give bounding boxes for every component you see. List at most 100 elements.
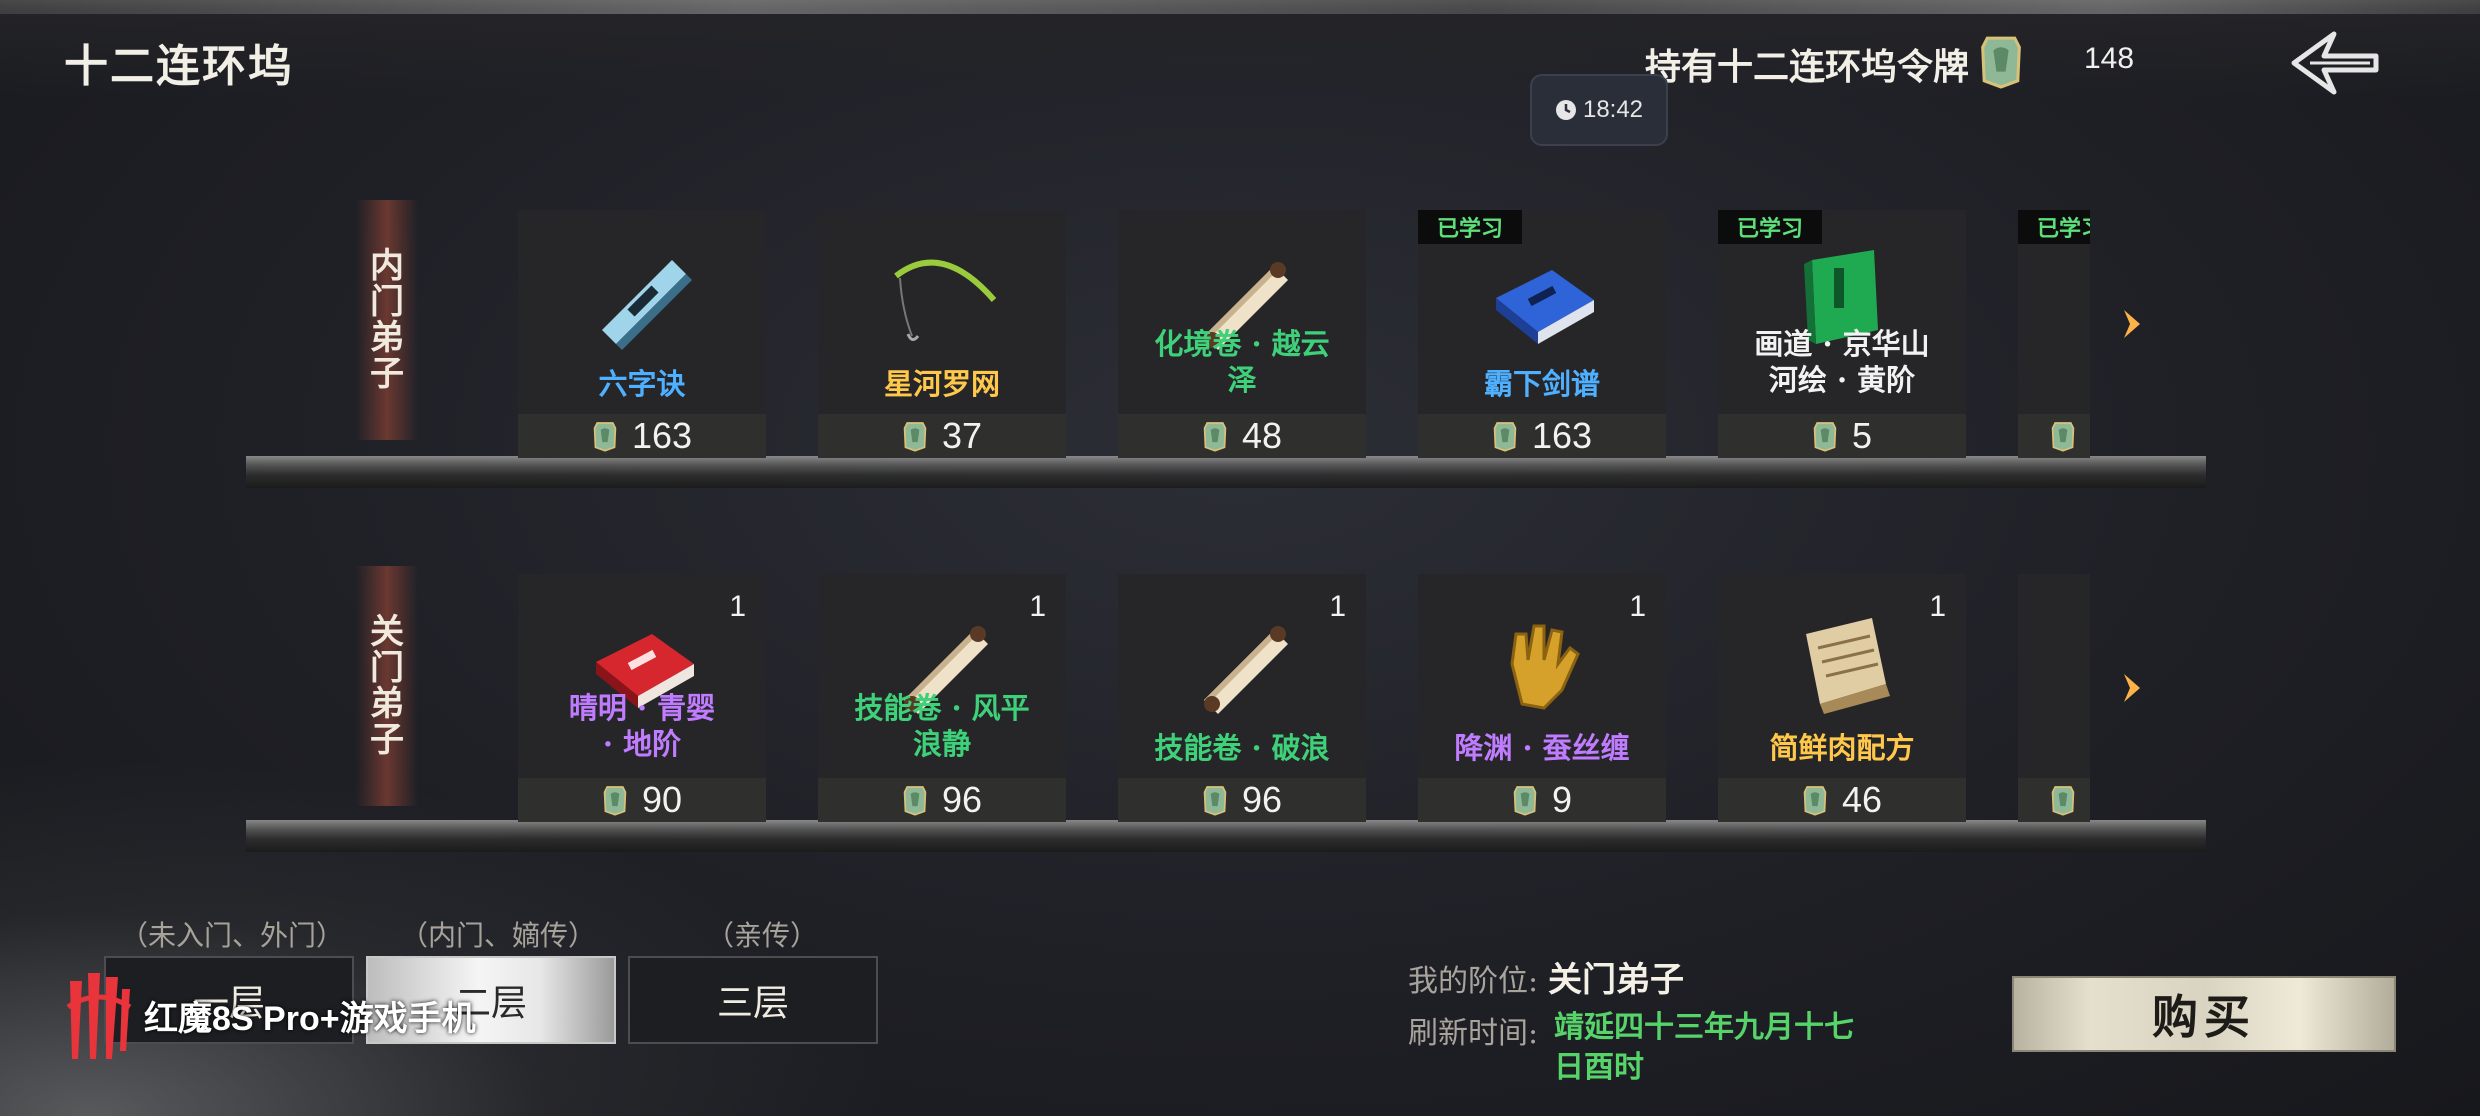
partial-item-icon xyxy=(2082,604,2090,714)
item-name: 六字诀 xyxy=(598,367,686,401)
tier-button-3[interactable]: 三层 xyxy=(628,956,878,1044)
item-cost: 5 xyxy=(1718,414,1966,458)
row-label-char: 子 xyxy=(370,720,404,760)
shop-item-card[interactable]: 1 简鲜肉配方 46 xyxy=(1718,574,1966,822)
shop-item-card[interactable]: 化境卷 · 越云泽 48 xyxy=(1118,210,1366,458)
shop-item-card[interactable]: 1 晴明 · 青婴 · 地阶 90 xyxy=(518,574,766,822)
top-edge-decoration xyxy=(0,0,2480,14)
row-label-closed-disciple: 关门弟子 xyxy=(356,566,418,806)
item-name: 浪静 xyxy=(912,727,971,761)
item-cost-value: 163 xyxy=(631,415,693,456)
shop-item-card[interactable] xyxy=(2018,574,2090,822)
learned-badge: 已学习 xyxy=(2018,210,2090,244)
chevron-right-icon xyxy=(2124,310,2140,338)
tier-note-2: （内门、嫡传） xyxy=(400,919,597,952)
item-cost-value: 9 xyxy=(1551,779,1573,820)
tier-note-3: （亲传） xyxy=(706,919,819,952)
item-name: 画道 · 京华山 xyxy=(1754,327,1930,361)
token-icon xyxy=(1812,419,1838,453)
row-label-char: 内 xyxy=(370,246,404,286)
item-name: 画道 xyxy=(2018,326,2090,362)
token-icon xyxy=(2050,419,2076,453)
token-label: 持有十二连环坞令牌 xyxy=(1645,46,1970,88)
buy-button[interactable]: 购买 xyxy=(2012,976,2396,1052)
item-name: 技能卷 · 风平 xyxy=(854,691,1030,725)
item-quantity: 1 xyxy=(1629,590,1646,623)
item-cost: 96 xyxy=(818,778,1066,822)
item-name: 河绘 · 黄阶 xyxy=(1768,363,1916,397)
token-icon xyxy=(602,783,628,817)
watermark-text: 红魔8S Pro+游戏手机 xyxy=(144,999,476,1038)
back-arrow-icon xyxy=(2291,31,2379,95)
item-name: 霸下剑谱 xyxy=(1483,367,1600,401)
clock-display: 18:42 xyxy=(1530,74,1668,146)
item-cost: 96 xyxy=(1118,778,1366,822)
item-cost-value: 96 xyxy=(1241,779,1283,820)
item-name: 技能卷 · 破浪 xyxy=(1154,731,1330,765)
row-label-char: 门 xyxy=(370,648,404,688)
shop-item-card[interactable]: 已学习霸下剑谱 163 xyxy=(1418,210,1666,458)
shop-item-card[interactable]: 1 技能卷 · 风平 浪静 96 xyxy=(818,574,1066,822)
item-name: 降渊 · 蚕丝缠 xyxy=(1454,731,1630,765)
item-cost xyxy=(2018,414,2090,458)
item-name: 化境卷 · 越云 xyxy=(1154,327,1330,361)
token-icon xyxy=(1202,783,1228,817)
item-cost: 46 xyxy=(1718,778,1966,822)
item-cost-value: 37 xyxy=(941,415,983,456)
chevron-right-icon xyxy=(2124,674,2140,702)
blue-scroll-icon xyxy=(582,240,702,350)
skill-scroll-icon xyxy=(1182,604,1302,714)
red-magic-logo-icon xyxy=(66,973,132,1059)
token-icon xyxy=(902,783,928,817)
item-cost: 9 xyxy=(1418,778,1666,822)
item-cost: 163 xyxy=(1418,414,1666,458)
scroll-right-arrow-top[interactable] xyxy=(2116,304,2146,344)
item-cost xyxy=(2018,778,2090,822)
device-watermark: 红魔8S Pro+游戏手机 xyxy=(64,970,476,1060)
item-cost-value: 48 xyxy=(1241,415,1283,456)
token-icon xyxy=(592,419,618,453)
item-cost: 90 xyxy=(518,778,766,822)
row-label-char: 门 xyxy=(370,282,404,322)
item-cost: 163 xyxy=(518,414,766,458)
fishing-rod-icon xyxy=(882,240,1002,350)
item-cost-value: 163 xyxy=(1531,415,1593,456)
row-label-char: 子 xyxy=(370,354,404,394)
refresh-value: 靖延四十三年九月十七日酉时 xyxy=(1554,1010,1854,1085)
shop-item-card[interactable]: 六字诀 163 xyxy=(518,210,766,458)
item-name: 晴明 · 青婴 xyxy=(568,691,716,725)
token-icon xyxy=(1492,419,1518,453)
item-cost: 37 xyxy=(818,414,1066,458)
token-icon xyxy=(1802,783,1828,817)
back-button[interactable] xyxy=(2286,26,2382,100)
row-label-inner-disciple: 内门弟子 xyxy=(356,200,418,440)
item-name: · 地阶 xyxy=(602,727,682,761)
row-label-char: 弟 xyxy=(370,684,404,724)
token-icon xyxy=(1512,783,1538,817)
row-label-char: 关 xyxy=(370,612,404,652)
learned-badge: 已学习 xyxy=(1418,210,1522,244)
learned-badge: 已学习 xyxy=(1718,210,1822,244)
rank-value: 关门弟子 xyxy=(1548,960,1684,1000)
token-icon xyxy=(1202,419,1228,453)
golden-glove-icon xyxy=(1482,604,1602,714)
buy-button-label: 购买 xyxy=(2152,990,2256,1044)
blue-book-icon xyxy=(1482,240,1602,350)
shop-item-card[interactable]: 1 降渊 · 蚕丝缠 9 xyxy=(1418,574,1666,822)
shop-item-card[interactable]: 1 技能卷 · 破浪 96 xyxy=(1118,574,1366,822)
shop-item-card[interactable]: 已学习画道峰 xyxy=(2018,210,2090,458)
item-name: 简鲜肉配方 xyxy=(1769,731,1915,765)
page-title: 十二连环坞 xyxy=(64,41,294,92)
row-label-char: 弟 xyxy=(370,318,404,358)
rank-label: 我的阶位: xyxy=(1408,964,1539,999)
item-quantity: 1 xyxy=(729,590,746,623)
shop-item-card[interactable]: 已学习画道 · 京华山 河绘 · 黄阶 5 xyxy=(1718,210,1966,458)
item-quantity: 1 xyxy=(1929,590,1946,623)
tier-button-label: 三层 xyxy=(716,983,789,1024)
shop-item-card[interactable]: 星河罗网 37 xyxy=(818,210,1066,458)
clock-time: 18:42 xyxy=(1582,96,1644,123)
recipe-scroll-icon xyxy=(1782,604,1902,714)
token-icon xyxy=(1978,32,2024,90)
scroll-right-arrow-bottom[interactable] xyxy=(2116,668,2146,708)
item-quantity: 1 xyxy=(1029,590,1046,623)
